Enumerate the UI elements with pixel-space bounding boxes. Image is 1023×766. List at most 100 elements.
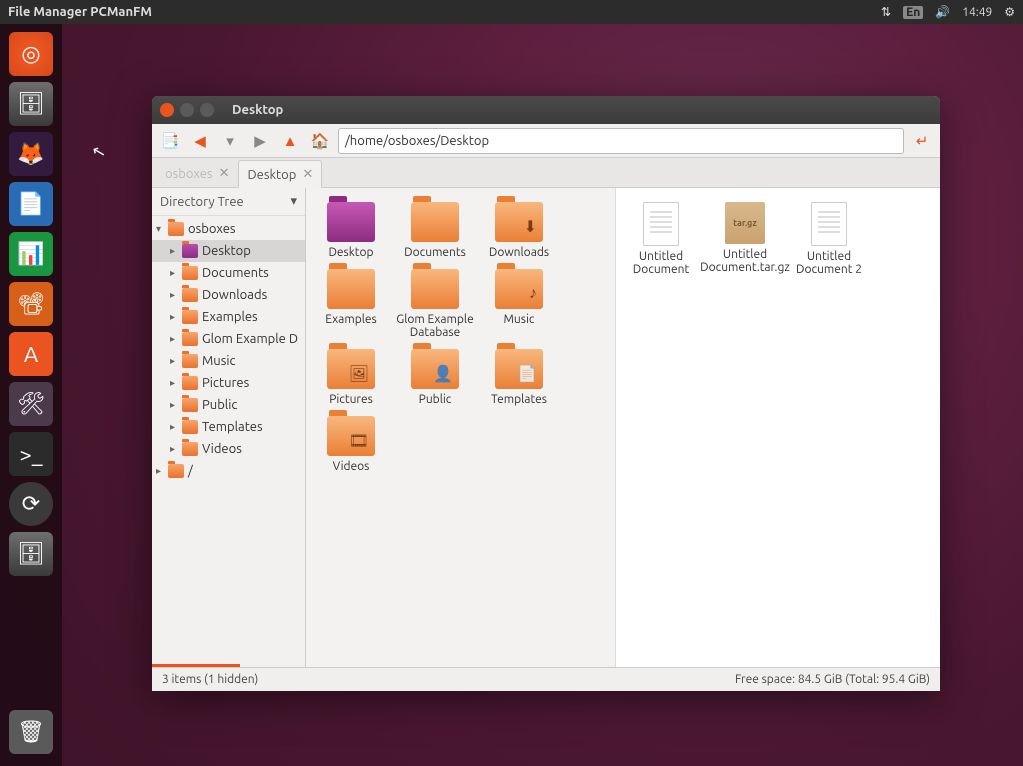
- file-item-pictures[interactable]: 🖼Pictures: [310, 345, 392, 410]
- expand-arrow-icon[interactable]: ▸: [170, 443, 182, 455]
- tree-node-documents[interactable]: ▸Documents: [152, 262, 305, 284]
- file-item-documents[interactable]: Documents: [394, 198, 476, 263]
- sound-icon[interactable]: 🔊: [935, 5, 950, 19]
- expand-arrow-icon[interactable]: ▸: [170, 355, 182, 367]
- launcher-firefox[interactable]: 🦊: [9, 132, 53, 176]
- sidebar: Directory Tree ▾ ▾osboxes▸Desktop▸Docume…: [152, 188, 306, 667]
- go-button[interactable]: ↵: [910, 129, 934, 153]
- tree-label: Pictures: [202, 376, 249, 390]
- system-tray: ⇅ En 🔊 14:49 ⚙: [881, 5, 1015, 19]
- file-manager-window: Desktop 📑 ◀ ▾ ▶ ▲ 🏠 /home/osboxes/Deskto…: [152, 96, 940, 691]
- launcher-file-manager[interactable]: 🗄: [9, 82, 53, 126]
- file-label: Templates: [491, 393, 547, 406]
- tree-node-templates[interactable]: ▸Templates: [152, 416, 305, 438]
- tab-bar: osboxes✕Desktop✕: [152, 158, 940, 188]
- new-tab-button[interactable]: 📑: [158, 129, 182, 153]
- file-item-untitled-document[interactable]: Untitled Document: [620, 198, 702, 280]
- mouse-cursor: ↖: [90, 141, 108, 163]
- keyboard-indicator[interactable]: En: [903, 6, 923, 19]
- launcher-libreoffice-impress[interactable]: 📽: [9, 282, 53, 326]
- tree-label: /: [188, 464, 193, 478]
- expand-arrow-icon[interactable]: ▸: [170, 245, 182, 257]
- file-label: Glom Example Database: [396, 313, 474, 339]
- tab-close-icon[interactable]: ✕: [219, 166, 230, 181]
- folder-icon: [411, 202, 459, 242]
- desktop-pane[interactable]: Untitled Documenttar.gzUntitled Document…: [616, 188, 940, 667]
- folder-icon: [182, 244, 198, 258]
- expand-arrow-icon[interactable]: ▸: [170, 421, 182, 433]
- tab-close-icon[interactable]: ✕: [302, 167, 313, 182]
- tree-node-music[interactable]: ▸ Music: [152, 350, 305, 372]
- launcher-libreoffice-writer[interactable]: 📄: [9, 182, 53, 226]
- tree-node-examples[interactable]: ▸ Examples: [152, 306, 305, 328]
- launcher-ubuntu-software[interactable]: A: [9, 332, 53, 376]
- file-label: Public: [419, 393, 452, 406]
- expand-arrow-icon[interactable]: ▸: [156, 465, 168, 477]
- tab-osboxes[interactable]: osboxes ✕: [156, 159, 238, 187]
- tab-desktop[interactable]: Desktop✕: [238, 160, 322, 188]
- expand-arrow-icon[interactable]: ▾: [156, 223, 168, 235]
- expand-arrow-icon[interactable]: ▸: [170, 377, 182, 389]
- tree-node-pictures[interactable]: ▸ Pictures: [152, 372, 305, 394]
- file-label: Examples: [325, 313, 376, 326]
- tab-label: osboxes: [165, 167, 213, 181]
- launcher-file-manager-2[interactable]: 🗄: [9, 532, 53, 576]
- maximize-button[interactable]: [200, 103, 214, 117]
- sidebar-mode-selector[interactable]: Directory Tree ▾: [152, 188, 305, 216]
- network-icon[interactable]: ⇅: [881, 5, 891, 19]
- close-button[interactable]: [160, 103, 174, 117]
- tree-node-[interactable]: ▸/: [152, 460, 305, 482]
- window-titlebar[interactable]: Desktop: [152, 96, 940, 124]
- forward-button[interactable]: ▶: [248, 129, 272, 153]
- folder-icon: 👤: [411, 349, 459, 389]
- expand-arrow-icon[interactable]: ▸: [170, 399, 182, 411]
- folder-icon: 🎞: [327, 416, 375, 456]
- file-item-downloads[interactable]: ⬇Downloads: [478, 198, 560, 263]
- launcher-terminal[interactable]: >_: [9, 432, 53, 476]
- document-icon: [811, 202, 847, 246]
- file-item-music[interactable]: ♪Music: [478, 265, 560, 343]
- launcher-software-updater[interactable]: ⟳: [9, 482, 53, 526]
- file-item-untitled-document-tar-gz[interactable]: tar.gzUntitled Document.tar.gz: [704, 198, 786, 280]
- launcher-ubuntu-dash[interactable]: ◎: [9, 32, 53, 76]
- tree-node-desktop[interactable]: ▸Desktop: [152, 240, 305, 262]
- tree-node-public[interactable]: ▸Public: [152, 394, 305, 416]
- clock[interactable]: 14:49: [962, 6, 992, 19]
- file-item-templates[interactable]: 📄Templates: [478, 345, 560, 410]
- tree-label: Downloads: [202, 288, 267, 302]
- file-item-untitled-document-2[interactable]: Untitled Document 2: [788, 198, 870, 280]
- expand-arrow-icon[interactable]: ▸: [170, 311, 182, 323]
- content-area: DesktopDocuments⬇Downloads Examples Glom E…: [306, 188, 940, 667]
- file-item-examples[interactable]: Examples: [310, 265, 392, 343]
- trash-icon[interactable]: 🗑: [9, 710, 53, 754]
- minimize-button[interactable]: [180, 103, 194, 117]
- launcher-system-settings[interactable]: 🛠: [9, 382, 53, 426]
- folder-icon: [182, 420, 198, 434]
- tree-label: Music: [202, 354, 236, 368]
- path-bar[interactable]: /home/osboxes/Desktop: [338, 128, 904, 154]
- file-label: Untitled Document: [622, 250, 700, 276]
- back-button[interactable]: ◀: [188, 129, 212, 153]
- file-item-public[interactable]: 👤 Public: [394, 345, 476, 410]
- history-dropdown[interactable]: ▾: [218, 129, 242, 153]
- expand-arrow-icon[interactable]: ▸: [170, 267, 182, 279]
- expand-arrow-icon[interactable]: ▸: [170, 333, 182, 345]
- tree-node-downloads[interactable]: ▸ Downloads: [152, 284, 305, 306]
- tree-label: Examples: [202, 310, 258, 324]
- gear-icon[interactable]: ⚙: [1004, 5, 1015, 19]
- home-pane[interactable]: DesktopDocuments⬇Downloads Examples Glom E…: [306, 188, 616, 667]
- folder-icon: [182, 310, 198, 324]
- chevron-down-icon: ▾: [290, 194, 297, 209]
- home-button[interactable]: 🏠: [308, 129, 332, 153]
- file-item-videos[interactable]: 🎞Videos: [310, 412, 392, 477]
- up-button[interactable]: ▲: [278, 129, 302, 153]
- file-item-desktop[interactable]: Desktop: [310, 198, 392, 263]
- document-icon: [643, 202, 679, 246]
- tree-node-glomexampled[interactable]: ▸Glom Example D: [152, 328, 305, 350]
- folder-icon: [327, 269, 375, 309]
- file-item-glom-example-database[interactable]: Glom Example Database: [394, 265, 476, 343]
- tree-node-osboxes[interactable]: ▾osboxes: [152, 218, 305, 240]
- tree-node-videos[interactable]: ▸Videos: [152, 438, 305, 460]
- expand-arrow-icon[interactable]: ▸: [170, 289, 182, 301]
- launcher-libreoffice-calc[interactable]: 📊: [9, 232, 53, 276]
